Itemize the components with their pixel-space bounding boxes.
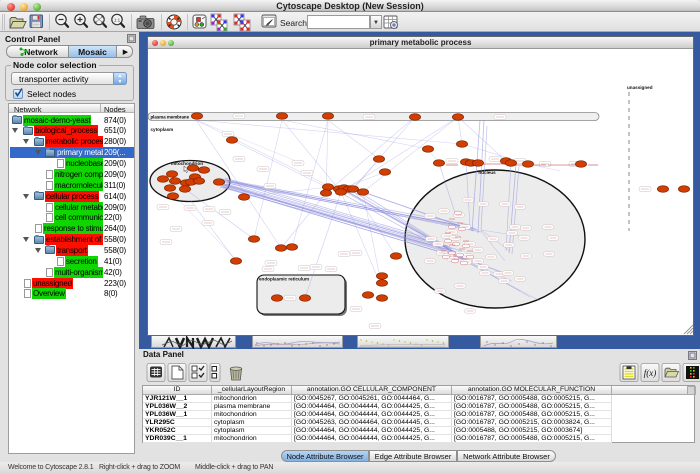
- svg-text:unassigned: unassigned: [627, 85, 653, 90]
- svg-text:plasma membrane: plasma membrane: [151, 115, 190, 120]
- svg-text:mitochondrion: mitochondrion: [171, 161, 203, 166]
- svg-text:cytoplasm: cytoplasm: [151, 127, 174, 132]
- svg-text:endoplasmic reticulum: endoplasmic reticulum: [259, 277, 309, 282]
- svg-text:1:1: 1:1: [114, 18, 121, 23]
- svg-text:f(x): f(x): [644, 368, 657, 378]
